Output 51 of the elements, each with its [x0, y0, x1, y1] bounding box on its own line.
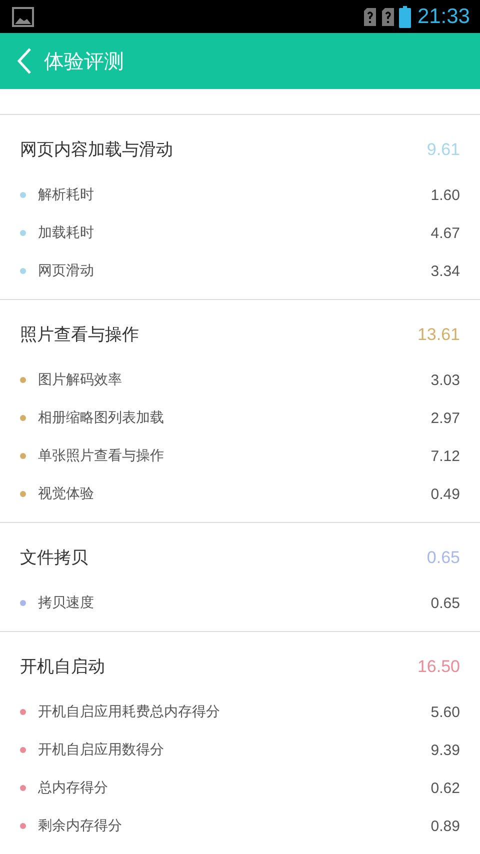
- section-title: 网页内容加载与滑动: [20, 139, 174, 162]
- metric-label: 开机自启应用耗费总内存得分: [38, 703, 221, 721]
- bullet-dot: [20, 747, 26, 753]
- metric-value: 3.03: [430, 372, 460, 388]
- clock-time: 21:33: [417, 4, 470, 28]
- metric-value: 0.62: [430, 780, 460, 796]
- section-title: 照片查看与操作: [20, 324, 140, 347]
- bullet-dot: [20, 491, 26, 497]
- bullet-dot: [20, 230, 26, 236]
- metric-label: 开机自启应用数得分: [38, 741, 165, 759]
- bullet-dot: [20, 268, 26, 274]
- section-score: 9.61: [426, 139, 460, 161]
- metric-label: 解析耗时: [38, 186, 95, 204]
- section-title: 开机自启动: [20, 656, 106, 679]
- image-icon: [12, 6, 34, 26]
- section-score: 16.50: [417, 656, 460, 678]
- bullet-dot: [20, 415, 26, 421]
- metric-value: 3.34: [430, 262, 460, 280]
- bullet-dot: [20, 785, 26, 791]
- metric-label: 视觉体验: [38, 485, 95, 503]
- section-score: 13.61: [417, 324, 460, 346]
- metric-value: 0.65: [430, 594, 460, 612]
- bullet-dot: [20, 377, 26, 383]
- battery-icon: [399, 6, 412, 28]
- bullet-dot: [20, 453, 26, 459]
- metric-label: 总内存得分: [38, 779, 109, 797]
- metric-label: 剩余内存得分: [38, 817, 123, 835]
- bullet-dot: [20, 709, 26, 715]
- sim-card-icon: [363, 6, 378, 26]
- sim-card-icon: [381, 6, 396, 26]
- metric-label: 相册缩略图列表加载: [38, 409, 165, 427]
- bullet-dot: [20, 192, 26, 198]
- bullet-dot: [20, 600, 26, 606]
- page-title: 体验评测: [44, 48, 124, 74]
- metric-value: 0.49: [430, 486, 460, 502]
- metric-label: 网页滑动: [38, 262, 95, 280]
- metric-label: 拷贝速度: [38, 594, 95, 612]
- metric-value: 5.60: [430, 704, 460, 720]
- metric-value: 7.12: [430, 448, 460, 464]
- metric-value: 2.97: [430, 410, 460, 426]
- section-score: 0.65: [426, 547, 460, 569]
- metric-value: 0.89: [430, 818, 460, 834]
- metric-label: 图片解码效率: [38, 371, 123, 389]
- metric-value: 9.39: [430, 742, 460, 758]
- section-title: 文件拷贝: [20, 547, 89, 570]
- back-icon[interactable]: [16, 47, 32, 75]
- metric-value: 1.60: [430, 186, 460, 204]
- metric-label: 单张照片查看与操作: [38, 447, 165, 465]
- metric-label: 加载耗时: [38, 224, 95, 242]
- bullet-dot: [20, 823, 26, 829]
- metric-value: 4.67: [430, 224, 460, 242]
